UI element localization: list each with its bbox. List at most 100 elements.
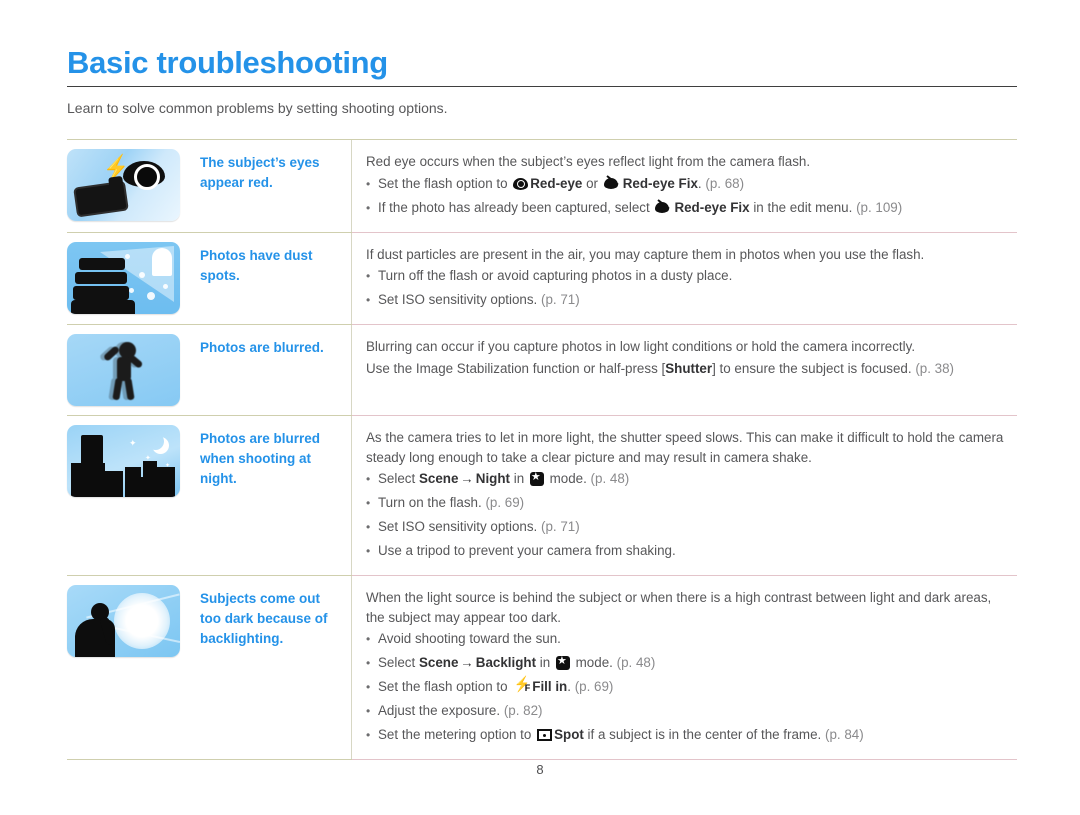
page-reference: (p. 68) bbox=[705, 175, 745, 191]
row-intro: Red eye occurs when the subject’s eyes r… bbox=[366, 154, 811, 169]
bullet-text: Set ISO sensitivity options. bbox=[378, 292, 541, 307]
bullet-bold: Red-eye Fix bbox=[674, 199, 750, 215]
row-bullets: Select Scene→Night in mode. (p. 48) Turn… bbox=[366, 469, 1011, 561]
table-row: ✦ ✦ ✦ Photos are blurred when shooting a… bbox=[67, 416, 1017, 576]
table-row: The subject’s eyes appear red. Red eye o… bbox=[67, 140, 1017, 233]
bullet-text: if a subject is in the center of the fra… bbox=[583, 727, 825, 742]
fill-in-flash-icon: F bbox=[513, 680, 531, 694]
list-item: Use a tripod to prevent your camera from… bbox=[366, 541, 1011, 561]
row-bullets: Avoid shooting toward the sun. Select Sc… bbox=[366, 629, 1011, 745]
eye-icon bbox=[513, 177, 529, 190]
dust-particle-icon bbox=[129, 287, 134, 293]
dust-particle-icon bbox=[147, 291, 155, 300]
row-body: When the light source is behind the subj… bbox=[352, 576, 1017, 759]
troubleshooting-table: The subject’s eyes appear red. Red eye o… bbox=[67, 139, 1017, 760]
backlighting-illustration bbox=[67, 585, 180, 657]
page-title: Basic troubleshooting bbox=[67, 45, 388, 80]
eye-icon bbox=[123, 161, 165, 190]
page-reference: (p. 69) bbox=[574, 679, 614, 694]
list-item: Adjust the exposure. (p. 82) bbox=[366, 701, 1011, 721]
bullet-text: in the edit menu. bbox=[749, 199, 857, 215]
building-icon bbox=[97, 471, 123, 497]
row-intro-second: Use the Image Stabilization function or … bbox=[366, 359, 1011, 379]
row-intro: When the light source is behind the subj… bbox=[366, 590, 992, 625]
bullet-text: Set the flash option to bbox=[378, 679, 512, 694]
row-icon-cell bbox=[67, 325, 192, 415]
row-body: As the camera tries to let in more light… bbox=[352, 416, 1017, 575]
bullet-text: Avoid shooting toward the sun. bbox=[378, 631, 561, 646]
night-city-illustration: ✦ ✦ ✦ bbox=[67, 425, 180, 497]
bullet-text: Turn off the flash or avoid capturing ph… bbox=[378, 268, 733, 283]
bullet-text: . bbox=[567, 679, 575, 694]
bullet-bold: Fill in bbox=[532, 679, 568, 694]
bullet-text: Adjust the exposure. bbox=[378, 703, 504, 718]
table-row: Photos are blurred. Blurring can occur i… bbox=[67, 325, 1017, 416]
menu-option-label: Backlight bbox=[475, 655, 537, 670]
camera-icon bbox=[73, 180, 129, 218]
bullet-text: or bbox=[582, 175, 602, 191]
list-item: Select Scene→Night in mode. (p. 48) bbox=[366, 469, 1011, 489]
building-icon bbox=[137, 477, 161, 497]
row-body: If dust particles are present in the air… bbox=[352, 233, 1017, 325]
bullet-text: If the photo has already been captured, … bbox=[378, 199, 654, 215]
bullet-bold: Red-eye bbox=[530, 175, 583, 191]
manual-page: Basic troubleshooting Learn to solve com… bbox=[0, 0, 1080, 815]
row-icon-cell: ✦ ✦ ✦ bbox=[67, 416, 192, 506]
row-icon-cell bbox=[67, 233, 192, 323]
page-number: 8 bbox=[536, 762, 544, 777]
red-eye-illustration bbox=[67, 149, 180, 221]
menu-scene-label: Scene bbox=[418, 655, 459, 670]
arrow-icon: → bbox=[460, 471, 474, 486]
row-icon-cell bbox=[67, 140, 192, 230]
scene-mode-icon bbox=[555, 654, 570, 670]
list-item: Set ISO sensitivity options. (p. 71) bbox=[366, 517, 1011, 537]
row-bullets: Set the flash option to Red-eye or Red-e… bbox=[366, 174, 1011, 218]
menu-option-label: Night bbox=[475, 471, 510, 486]
bullet-text: Select bbox=[378, 471, 419, 486]
page-reference: (p. 48) bbox=[590, 471, 630, 486]
row-body: Blurring can occur if you capture photos… bbox=[352, 325, 1017, 390]
row-label: The subject’s eyes appear red. bbox=[192, 140, 352, 232]
blurred-photo-illustration bbox=[67, 334, 180, 406]
row-icon-cell bbox=[67, 576, 192, 666]
bullet-text: Turn on the flash. bbox=[378, 495, 486, 510]
dust-particle-icon bbox=[125, 253, 130, 259]
row-bullets: Turn off the flash or avoid capturing ph… bbox=[366, 266, 1011, 310]
list-item: Avoid shooting toward the sun. bbox=[366, 629, 1011, 649]
person-icon bbox=[101, 342, 149, 401]
page-reference: (p. 109) bbox=[856, 199, 903, 215]
row-label: Photos have dust spots. bbox=[192, 232, 352, 324]
moon-icon bbox=[147, 433, 164, 450]
row-intro: If dust particles are present in the air… bbox=[366, 246, 925, 262]
page-footer: 8 bbox=[0, 762, 1080, 777]
shutter-key-label: Shutter bbox=[665, 360, 713, 376]
list-item: Set the flash option to FFill in. (p. 69… bbox=[366, 677, 1011, 697]
bullet-text: Set the flash option to bbox=[378, 175, 512, 191]
person-icon bbox=[75, 603, 127, 657]
page-reference: (p. 38) bbox=[915, 360, 955, 376]
row-intro: As the camera tries to let in more light… bbox=[366, 430, 1004, 465]
bullet-text: mode. bbox=[571, 655, 617, 670]
row-label: Subjects come out too dark because of ba… bbox=[192, 576, 352, 759]
red-eye-fix-icon bbox=[655, 201, 672, 214]
list-item: Set the metering option to Spot if a sub… bbox=[366, 725, 1011, 745]
books-icon bbox=[73, 257, 129, 302]
table-surface-icon bbox=[71, 299, 135, 314]
bullet-text: in bbox=[536, 655, 554, 670]
list-item: Turn off the flash or avoid capturing ph… bbox=[366, 266, 1011, 286]
bullet-text: Select bbox=[378, 655, 419, 670]
list-item: Turn on the flash. (p. 69) bbox=[366, 493, 1011, 513]
intro-text: Use the Image Stabilization function or … bbox=[366, 360, 666, 376]
dust-spots-illustration bbox=[67, 241, 180, 314]
row-label: Photos are blurred when shooting at nigh… bbox=[192, 416, 352, 575]
table-row: Photos have dust spots. If dust particle… bbox=[67, 232, 1017, 325]
dust-particle-icon bbox=[163, 283, 168, 289]
dust-particle-icon bbox=[153, 261, 157, 266]
title-divider bbox=[67, 86, 1017, 87]
page-reference: (p. 69) bbox=[485, 495, 525, 510]
intro-text: ] to ensure the subject is focused. bbox=[712, 360, 916, 376]
page-header: Basic troubleshooting Learn to solve com… bbox=[67, 44, 1017, 117]
bullet-bold: Red-eye Fix bbox=[622, 175, 698, 191]
spot-metering-icon bbox=[537, 729, 553, 741]
menu-scene-label: Scene bbox=[418, 471, 459, 486]
